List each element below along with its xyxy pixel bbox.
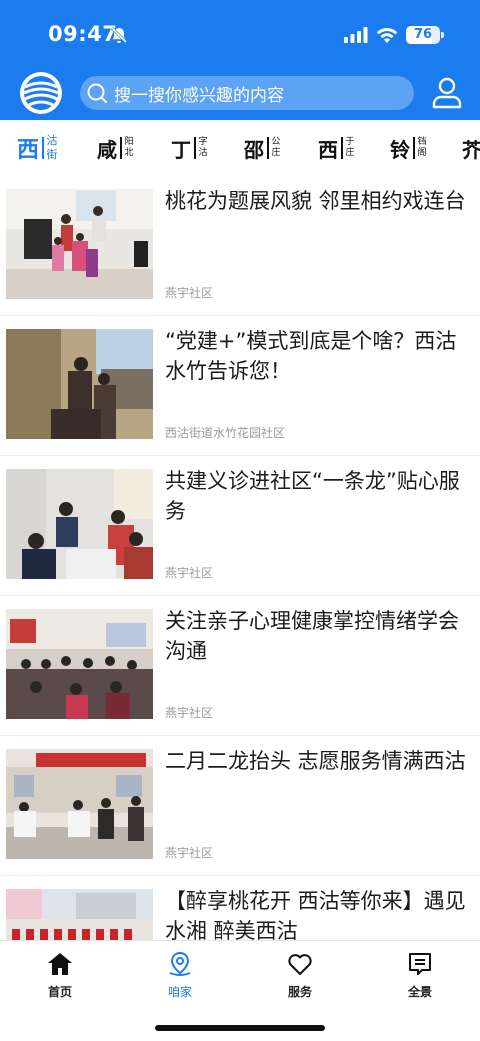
article-title[interactable]: 关注亲子心理健康掌控情绪学会沟通 [165, 606, 471, 666]
home-icon [48, 953, 72, 975]
list-item[interactable]: 共建义诊进社区“一条龙”贴心服务 燕宇社区 [0, 456, 480, 596]
article-source: 燕宇社区 [165, 566, 214, 580]
tab-dingzigu[interactable]: 丁 字沽 [171, 130, 208, 166]
nav-label: 全景 [407, 985, 432, 999]
bell-muted-icon [110, 26, 128, 44]
article-source: 西沽街道水竹花园社区 [165, 426, 286, 440]
nav-label: 咱家 [167, 985, 192, 999]
list-item[interactable]: “党建+”模式到底是个啥？西沽水竹告诉您！ 西沽街道水竹花园社区 [0, 316, 480, 456]
tab-divider [42, 137, 44, 159]
tab-char: 咸 [97, 137, 117, 162]
article-thumbnail[interactable] [6, 329, 153, 439]
search-placeholder[interactable]: 搜一搜你感兴趣的内容 [114, 81, 284, 106]
tab-divider [341, 137, 343, 159]
article-source: 燕宇社区 [165, 286, 214, 300]
article-source: 燕宇社区 [165, 706, 214, 720]
news-feed: 桃花为题展风貌 邻里相约戏连台 燕宇社区 “党建+”模式到底是个啥？西沽水竹告诉… [0, 176, 480, 940]
nav-services[interactable]: 服务 [240, 951, 360, 1000]
tab-xiyuzhuang[interactable]: 西 于庄 [318, 130, 355, 166]
article-source: 燕宇社区 [165, 846, 214, 860]
tab-char: 芥 [462, 137, 480, 162]
article-thumbnail[interactable] [6, 609, 153, 719]
tab-divider [120, 137, 122, 159]
article-thumbnail[interactable] [6, 189, 153, 299]
battery-tip [441, 32, 444, 38]
tab-shaogongzhuang[interactable]: 邵 公庄 [244, 130, 281, 166]
battery-level: 76 [413, 27, 433, 42]
list-item[interactable]: 关注亲子心理健康掌控情绪学会沟通 燕宇社区 [0, 596, 480, 736]
search-bar[interactable]: 搜一搜你感兴趣的内容 [80, 76, 414, 110]
tab-divider [194, 137, 196, 159]
status-bar: 09:47 76 [0, 0, 480, 70]
tab-divider [267, 137, 269, 159]
tab-char: 铃 [390, 137, 410, 162]
tab-char: 丁 [171, 137, 191, 162]
article-title[interactable]: “党建+”模式到底是个啥？西沽水竹告诉您！ [165, 326, 471, 386]
article-title[interactable]: 桃花为题展风貌 邻里相约戏连台 [165, 186, 471, 216]
wifi-icon [376, 28, 398, 43]
article-title[interactable]: 【醉享桃花开 西沽等你来】遇见水湘 醉美西沽 [165, 886, 471, 940]
tab-subtext: 阳北 [124, 137, 134, 158]
tab-subtext: 于庄 [345, 137, 355, 158]
tab-divider [413, 137, 415, 159]
article-thumbnail[interactable] [6, 889, 153, 940]
nav-label: 服务 [287, 985, 312, 999]
article-title[interactable]: 共建义诊进社区“一条龙”贴心服务 [165, 466, 471, 526]
article-title[interactable]: 二月二龙抬头 志愿服务情满西沽 [165, 746, 471, 776]
nav-zanjia[interactable]: 咱家 [120, 951, 240, 1000]
list-item[interactable]: 【醉享桃花开 西沽等你来】遇见水湘 醉美西沽 [0, 876, 480, 940]
app-logo[interactable] [19, 71, 63, 115]
message-icon [409, 953, 431, 975]
article-thumbnail[interactable] [6, 749, 153, 859]
channel-tabs: 西 沽街 咸 阳北 丁 字沽 邵 公庄 西 于庄 铃 铛阁 芥 [0, 120, 480, 176]
tab-partial[interactable]: 芥 [462, 130, 480, 166]
article-thumbnail[interactable] [6, 469, 153, 579]
nav-home[interactable]: 首页 [0, 951, 120, 1000]
tab-xigujie[interactable]: 西 沽街 [17, 130, 58, 166]
tab-char: 邵 [244, 137, 264, 162]
app-header: 09:47 76 搜一搜你感兴趣的内容 [0, 0, 480, 120]
location-pin-icon [169, 951, 191, 976]
list-item[interactable]: 桃花为题展风貌 邻里相约戏连台 燕宇社区 [0, 176, 480, 316]
tab-subtext: 公庄 [271, 137, 281, 158]
cellular-signal-icon [344, 27, 368, 43]
tab-subtext: 沽街 [46, 134, 58, 161]
tab-subtext: 字沽 [198, 137, 208, 158]
list-item[interactable]: 二月二龙抬头 志愿服务情满西沽 燕宇社区 [0, 736, 480, 876]
tab-xianyangbei[interactable]: 咸 阳北 [97, 130, 134, 166]
home-indicator[interactable] [155, 1025, 325, 1031]
status-time: 09:47 [48, 22, 118, 46]
heart-icon [288, 954, 312, 975]
nav-panorama[interactable]: 全景 [360, 951, 480, 1000]
nav-label: 首页 [47, 985, 72, 999]
tab-lingdangge[interactable]: 铃 铛阁 [390, 130, 427, 166]
tab-char: 西 [17, 137, 40, 163]
battery-indicator: 76 [406, 26, 440, 44]
search-icon [87, 83, 107, 103]
tab-char: 西 [318, 137, 338, 162]
tab-subtext: 铛阁 [417, 137, 427, 158]
user-profile-icon[interactable] [430, 76, 464, 110]
